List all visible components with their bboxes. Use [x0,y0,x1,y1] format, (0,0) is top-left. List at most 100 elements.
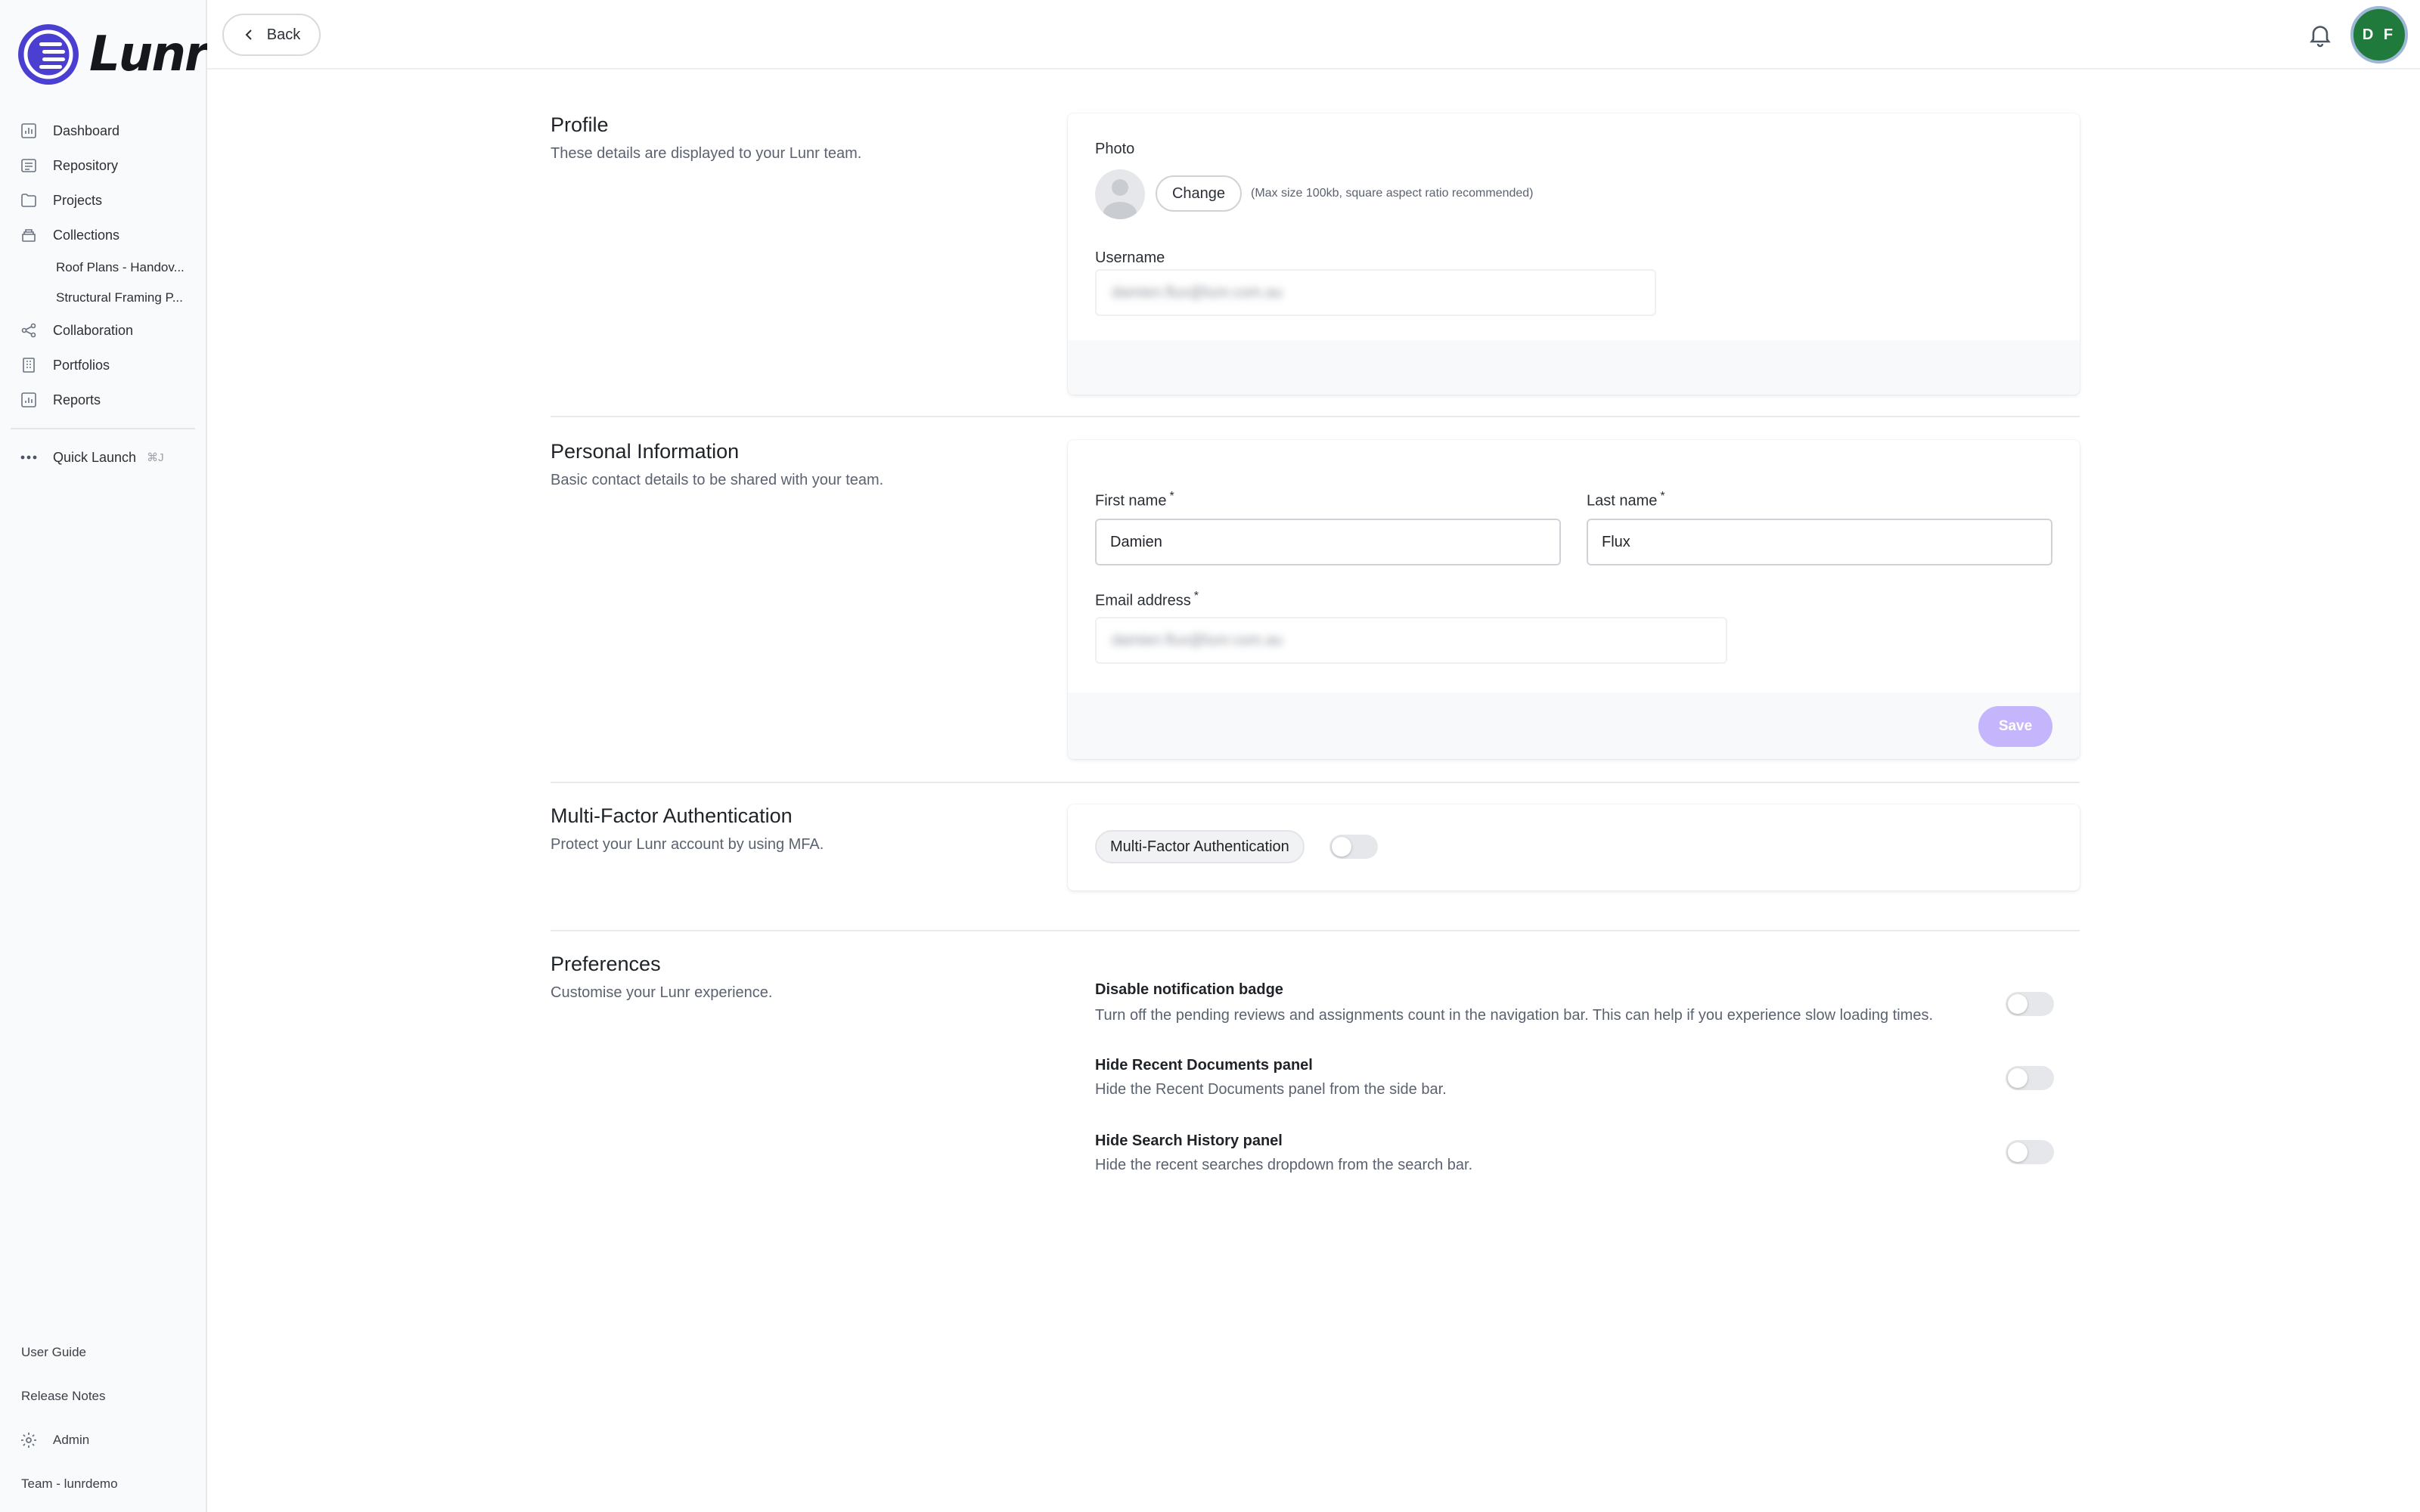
lunr-logo[interactable]: Lunr [17,23,208,86]
back-label: Back [266,26,301,43]
profile-section-title: Profile [551,113,609,136]
quick-launch-label: Quick Launch [53,449,137,465]
user-avatar[interactable]: D F [2350,6,2408,64]
sidebar-divider [11,428,195,429]
email-label: Email address * [1095,590,1199,610]
personal-card-footer: Save [1068,692,2080,759]
first-name-input[interactable] [1095,519,1561,565]
section-divider [551,782,2080,783]
pref-notification-badge-toggle[interactable] [2006,992,2054,1016]
admin-label: Admin [53,1433,90,1447]
personal-section-title: Personal Information [551,440,740,463]
username-value: damien.flux@lunr.com.au [1112,284,1283,301]
repository-icon [20,156,38,175]
dots-grid-icon [20,448,38,466]
preferences-section-title: Preferences [551,953,661,975]
sidebar-bottom: User Guide Release Notes Admin Team - lu… [0,1331,206,1506]
profile-card: Photo Change (Max size 100kb, square asp… [1068,113,2080,395]
sidebar-item-collaboration[interactable]: Collaboration [0,313,206,348]
sidebar-collection-item[interactable]: Structural Framing P... [0,283,206,313]
toggle-knob [2008,994,2028,1014]
collection-label: Structural Framing P... [56,290,183,305]
mfa-toggle[interactable] [1329,835,1378,859]
mfa-chip: Multi-Factor Authentication [1095,830,1305,863]
email-label-text: Email address [1095,592,1191,609]
mfa-section-description: Protect your Lunr account by using MFA. [551,836,824,853]
first-name-label: First name * [1095,490,1174,510]
last-name-input[interactable] [1587,519,2052,565]
pref-recent-documents-title: Hide Recent Documents panel [1095,1057,1313,1074]
sidebar-item-projects[interactable]: Projects [0,183,206,218]
sidebar-item-label: Reports [53,392,101,407]
mfa-section-title: Multi-Factor Authentication [551,804,793,827]
pref-notification-badge-description: Turn off the pending reviews and assignm… [1095,1007,1934,1024]
lunr-logo-icon [18,24,79,85]
section-divider [551,416,2080,417]
lunr-logo-text: Lunr [89,26,208,82]
sidebar-item-portfolios[interactable]: Portfolios [0,348,206,383]
building-icon [20,356,38,374]
profile-section-description: These details are displayed to your Lunr… [551,145,862,162]
user-placeholder-icon [1103,179,1137,219]
chevron-left-icon [245,29,252,40]
photo-avatar [1095,169,1145,219]
personal-section-description: Basic contact details to be shared with … [551,472,884,488]
sidebar-item-label: Repository [53,157,119,173]
mfa-card: Multi-Factor Authentication [1068,804,2080,891]
sidebar-item-label: Portfolios [53,357,110,373]
required-mark: * [1169,490,1174,503]
collections-icon [20,226,38,244]
quick-launch-shortcut: ⌘J [147,451,164,464]
username-label: Username [1095,249,1165,266]
sidebar-item-label: Collections [53,227,120,243]
bell-icon[interactable] [2307,20,2334,50]
dashboard-icon [20,122,38,140]
pref-notification-badge-title: Disable notification badge [1095,981,1283,998]
sidebar-item-repository[interactable]: Repository [0,148,206,183]
first-name-label-text: First name [1095,492,1167,510]
photo-hint: (Max size 100kb, square aspect ratio rec… [1251,187,1534,200]
sidebar-item-dashboard[interactable]: Dashboard [0,113,206,148]
personal-card: First name* Last name* Email address* da… [1068,440,2080,759]
sidebar-item-label: Collaboration [53,322,134,338]
gear-icon [20,1431,38,1449]
username-field: damien.flux@lunr.com.au [1095,269,1656,316]
sidebar-collection-item[interactable]: Roof Plans - Handov... [0,253,206,283]
quick-launch-button[interactable]: Quick Launch ⌘J [0,440,206,475]
pref-recent-documents-description: Hide the Recent Documents panel from the… [1095,1081,1447,1098]
save-button[interactable]: Save [1978,706,2052,747]
user-guide-link[interactable]: User Guide [0,1331,206,1374]
sidebar-item-reports[interactable]: Reports [0,383,206,417]
collection-label: Roof Plans - Handov... [56,260,185,274]
sidebar-item-label: Projects [53,192,103,208]
pref-search-history-title: Hide Search History panel [1095,1132,1283,1149]
sidebar: Lunr Dashboard Repository Projects Colle… [0,0,208,1512]
share-icon [20,321,38,339]
chart-icon [20,391,38,409]
sidebar-nav: Dashboard Repository Projects Collection… [0,113,206,475]
sidebar-item-collections[interactable]: Collections [0,218,206,253]
release-notes-link[interactable]: Release Notes [0,1374,206,1418]
email-field: damien.flux@lunr.com.au [1095,617,1727,664]
pref-search-history-description: Hide the recent searches dropdown from t… [1095,1157,1473,1173]
topbar: Back D F [207,0,2420,70]
team-switcher[interactable]: Team - lunrdemo [0,1462,206,1506]
section-divider [551,930,2080,931]
sidebar-item-label: Dashboard [53,122,120,138]
toggle-knob [1332,837,1351,857]
admin-link[interactable]: Admin [0,1418,206,1462]
last-name-label-text: Last name [1587,492,1658,510]
email-value: damien.flux@lunr.com.au [1112,631,1283,649]
toggle-knob [2008,1068,2028,1088]
pref-recent-documents-toggle[interactable] [2006,1066,2054,1090]
required-mark: * [1193,590,1199,603]
last-name-label: Last name * [1587,490,1665,510]
pref-search-history-toggle[interactable] [2006,1140,2054,1164]
change-photo-button[interactable]: Change [1156,175,1242,212]
toggle-knob [2008,1142,2028,1162]
back-button[interactable]: Back [222,14,321,56]
folder-icon [20,191,38,209]
preferences-section-description: Customise your Lunr experience. [551,984,773,1001]
required-mark: * [1660,490,1665,503]
profile-card-footer [1068,340,2080,395]
